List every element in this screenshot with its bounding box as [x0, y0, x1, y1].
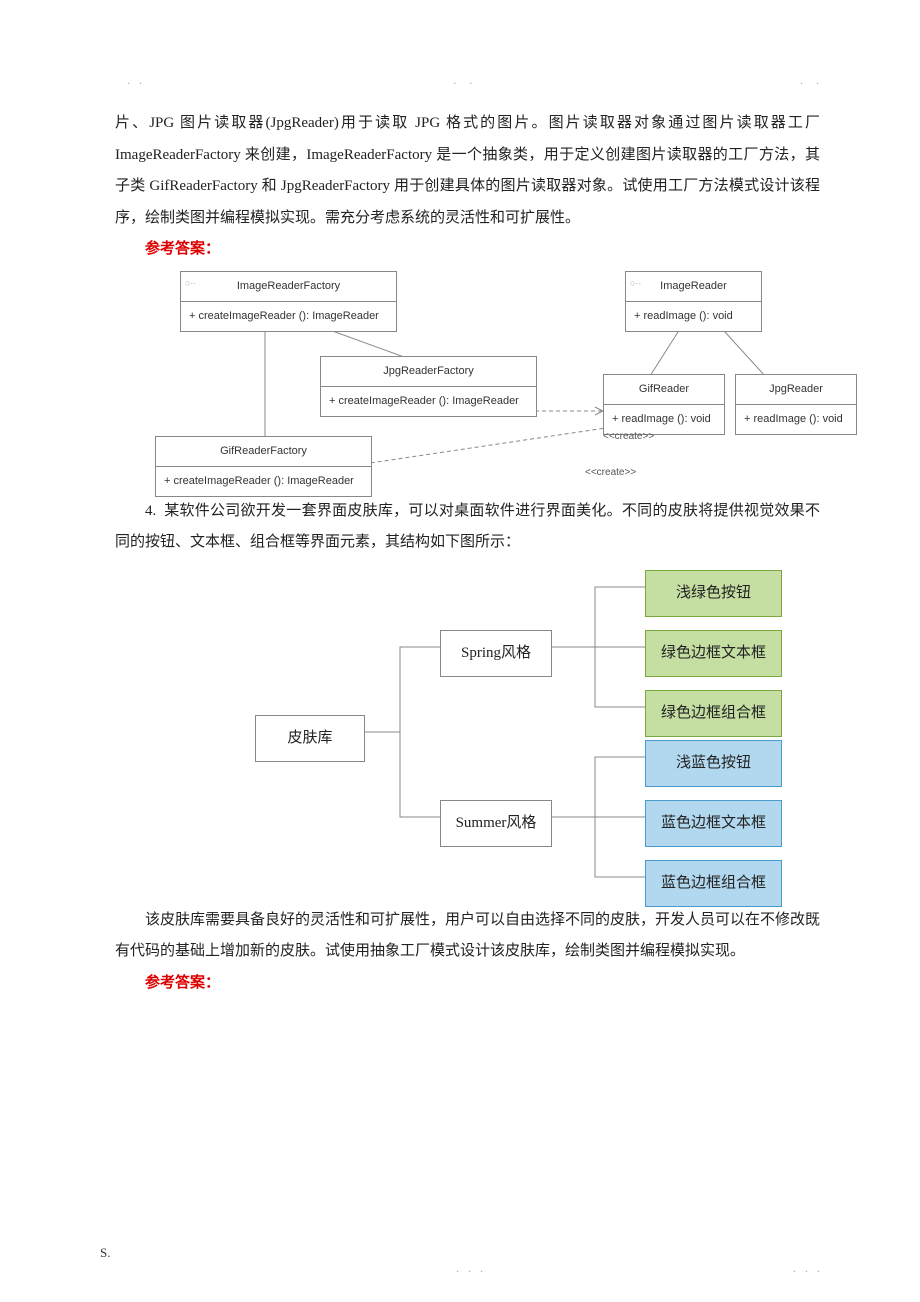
uml-title-text: JpgReaderFactory	[321, 357, 536, 387]
uml-title-text: ImageReader	[660, 280, 727, 292]
uml-class-jpg-factory: JpgReaderFactory + createImageReader ():…	[320, 356, 537, 417]
paragraph-1: 片、JPG 图片读取器(JpgReader)用于读取 JPG 格式的图片。图片读…	[115, 108, 820, 234]
header-dots: . . . . . .	[115, 68, 820, 78]
tree-blue-combobox: 蓝色边框组合框	[645, 860, 782, 908]
uml-method: + readImage (): void	[736, 405, 856, 434]
uml-method: + createImageReader (): ImageReader	[321, 387, 536, 416]
footer-dots: . . . . . .	[120, 1256, 820, 1270]
uml-stereotype: <<create>>	[603, 426, 654, 447]
uml-method: + createImageReader (): ImageReader	[156, 467, 371, 496]
uml-title-text: GifReaderFactory	[156, 437, 371, 467]
uml-method: + readImage (): void	[626, 302, 761, 331]
footer-s: S.	[100, 1239, 110, 1266]
answer-label-1: 参考答案：	[145, 234, 820, 266]
uml-title-text: ImageReaderFactory	[237, 280, 340, 292]
uml-title-text: GifReader	[604, 375, 724, 405]
uml-method: + createImageReader (): ImageReader	[181, 302, 396, 331]
tree-green-button: 浅绿色按钮	[645, 570, 782, 618]
uml-class-gif-factory: GifReaderFactory + createImageReader ():…	[155, 436, 372, 497]
uml-class-jpg-reader: JpgReader + readImage (): void	[735, 374, 857, 435]
tree-green-combobox: 绿色边框组合框	[645, 690, 782, 738]
uml-class-image-reader-factory: ○··ImageReaderFactory + createImageReade…	[180, 271, 397, 332]
uml-diagram: ○··ImageReaderFactory + createImageReade…	[155, 266, 855, 486]
tree-blue-button: 浅蓝色按钮	[645, 740, 782, 788]
page: . . . . . . 片、JPG 图片读取器(JpgReader)用于读取 J…	[0, 0, 920, 1302]
tree-green-textbox: 绿色边框文本框	[645, 630, 782, 678]
uml-stereotype: <<create>>	[585, 462, 636, 483]
question-4: 4. 某软件公司欲开发一套界面皮肤库，可以对桌面软件进行界面美化。不同的皮肤将提…	[115, 496, 820, 559]
skin-tree-diagram: 皮肤库 Spring风格 Summer风格 浅绿色按钮 绿色边框文本框 绿色边框…	[245, 567, 815, 897]
tree-root: 皮肤库	[255, 715, 365, 763]
tree-blue-textbox: 蓝色边框文本框	[645, 800, 782, 848]
uml-title-text: JpgReader	[736, 375, 856, 405]
answer-label-2: 参考答案：	[145, 968, 820, 1000]
question-4-text-b: 该皮肤库需要具备良好的灵活性和可扩展性，用户可以自由选择不同的皮肤，开发人员可以…	[115, 905, 820, 968]
tree-spring: Spring风格	[440, 630, 552, 678]
question-number: 4.	[145, 503, 156, 519]
tree-summer: Summer风格	[440, 800, 552, 848]
question-4-text-a: 某软件公司欲开发一套界面皮肤库，可以对桌面软件进行界面美化。不同的皮肤将提供视觉…	[115, 503, 820, 551]
uml-class-image-reader: ○··ImageReader + readImage (): void	[625, 271, 762, 332]
